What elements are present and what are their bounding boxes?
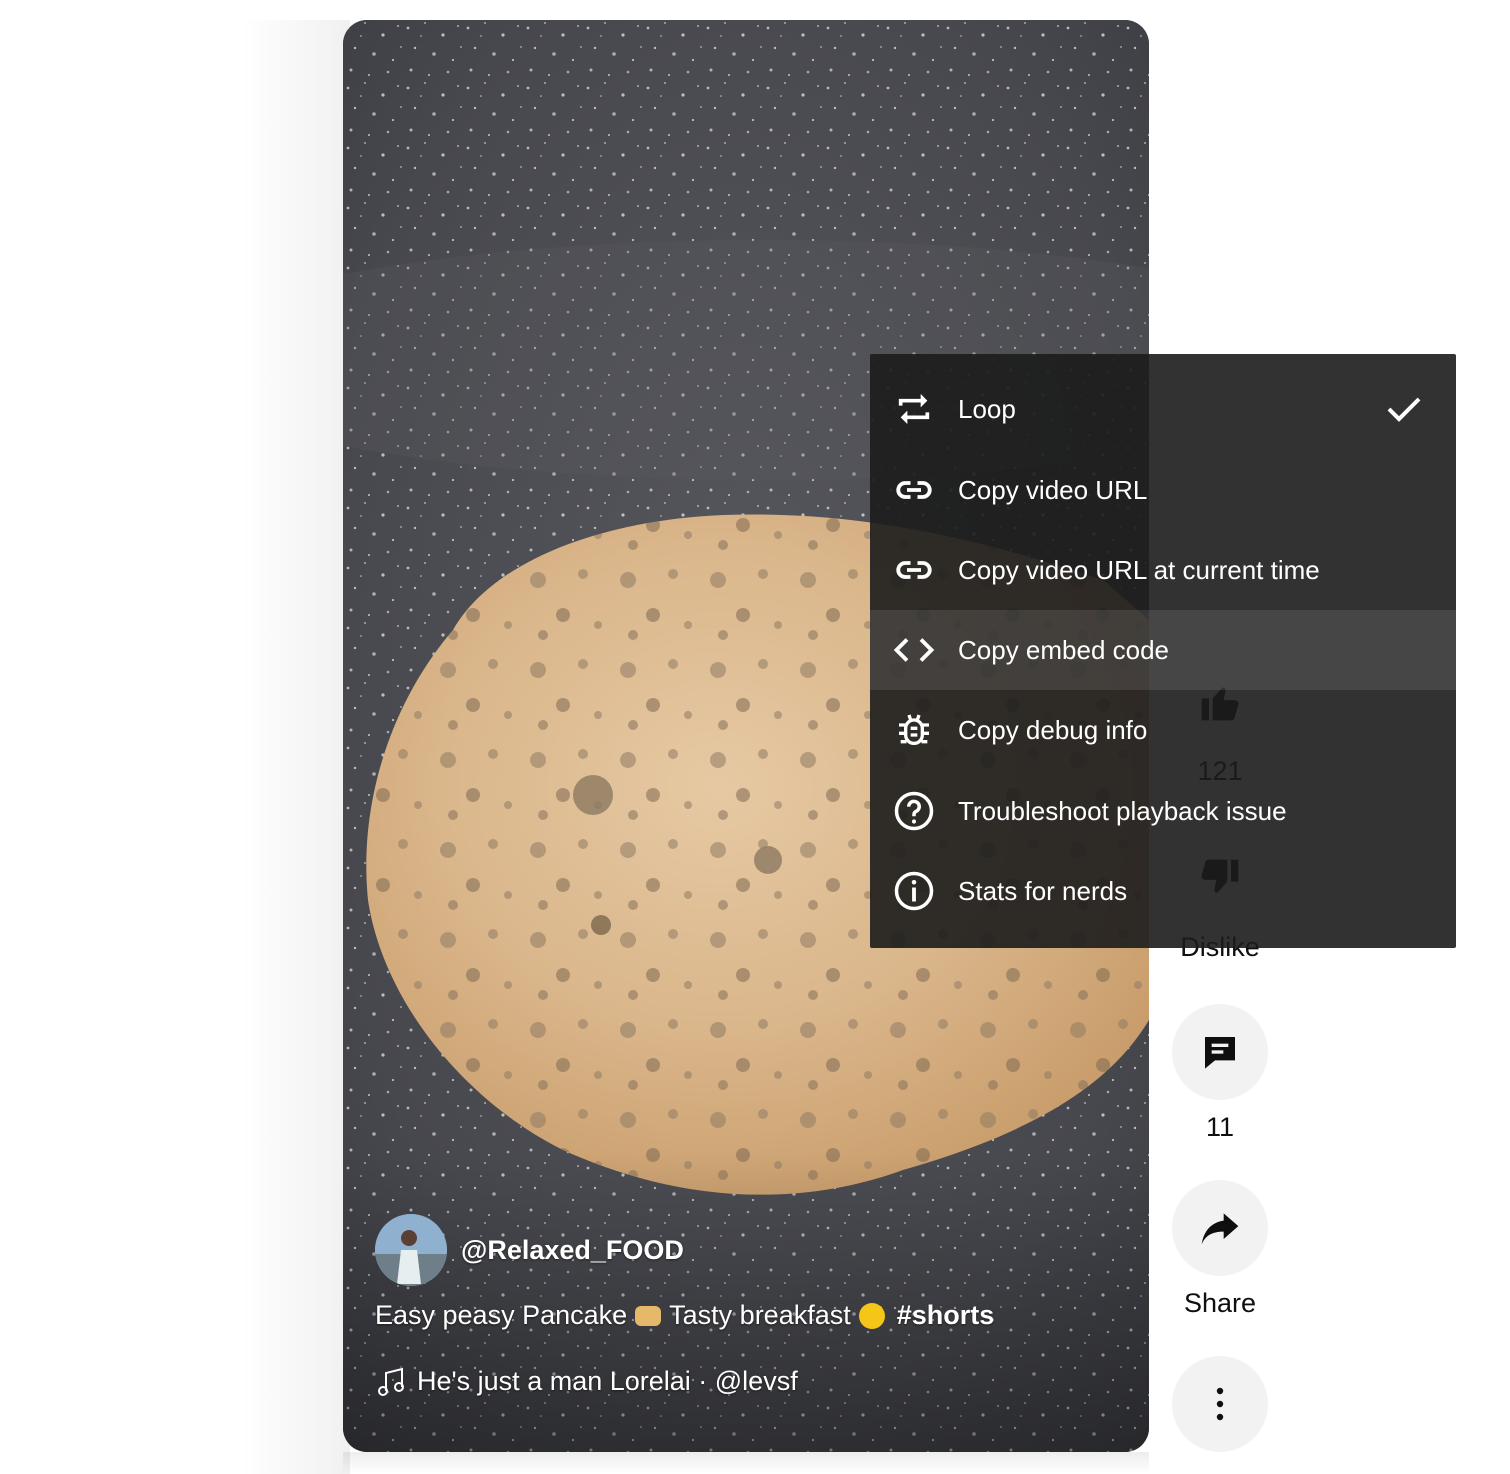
- menu-item-copy-video-url[interactable]: Copy video URL: [870, 450, 1456, 530]
- player-context-menu: Loop Copy video URL Copy video URL at cu…: [870, 354, 1456, 948]
- menu-item-stats-for-nerds[interactable]: Stats for nerds: [870, 851, 1456, 931]
- menu-item-copy-debug-info[interactable]: Copy debug info: [870, 690, 1456, 770]
- menu-item-label: Copy video URL at current time: [958, 554, 1320, 585]
- music-info[interactable]: He's just a man Lorelai · @levsf: [377, 1366, 798, 1397]
- pancake-emoji-icon: [635, 1305, 662, 1326]
- bug-icon: [892, 708, 936, 752]
- share-action[interactable]: Share: [1172, 1180, 1268, 1319]
- more-options-button[interactable]: [1172, 1356, 1268, 1452]
- more-action[interactable]: [1172, 1356, 1268, 1452]
- link-icon: [892, 468, 936, 512]
- title-text-2: Tasty breakfast: [669, 1300, 851, 1330]
- share-label: Share: [1183, 1288, 1257, 1318]
- hashtag-link[interactable]: #shorts: [897, 1300, 995, 1331]
- video-title: Easy peasy Pancake Tasty breakfast #shor…: [375, 1300, 994, 1331]
- menu-item-copy-embed-code[interactable]: Copy embed code: [870, 610, 1456, 690]
- menu-item-copy-url-at-time[interactable]: Copy video URL at current time: [870, 530, 1456, 610]
- help-circle-icon: [892, 789, 936, 833]
- menu-item-loop[interactable]: Loop: [870, 369, 1456, 449]
- info-circle-icon: [892, 869, 936, 913]
- share-button[interactable]: [1172, 1180, 1268, 1276]
- menu-item-label: Stats for nerds: [958, 875, 1128, 906]
- menu-item-troubleshoot[interactable]: Troubleshoot playback issue: [870, 771, 1456, 851]
- comments-button[interactable]: [1172, 1004, 1268, 1100]
- yum-emoji-icon: [858, 1302, 885, 1329]
- channel-info: @Relaxed_FOOD: [375, 1214, 684, 1286]
- menu-item-label: Troubleshoot playback issue: [958, 795, 1287, 826]
- menu-item-label: Copy debug info: [958, 714, 1148, 745]
- page-shadow-bottom: [343, 1452, 1149, 1474]
- channel-avatar[interactable]: [375, 1214, 447, 1286]
- channel-handle[interactable]: @Relaxed_FOOD: [461, 1235, 684, 1266]
- loop-icon: [892, 387, 936, 431]
- page-shadow: [240, 20, 350, 1474]
- share-arrow-icon: [1201, 1213, 1239, 1245]
- comment-count: 11: [1205, 1112, 1235, 1142]
- checkmark-icon: [1387, 397, 1421, 422]
- menu-item-label: Copy embed code: [958, 634, 1170, 665]
- comments-action[interactable]: 11: [1172, 1004, 1268, 1143]
- music-text: He's just a man Lorelai · @levsf: [417, 1366, 798, 1396]
- more-vertical-icon: [1216, 1387, 1224, 1421]
- comment-icon: [1205, 1037, 1235, 1069]
- menu-item-label: Loop: [958, 393, 1016, 424]
- title-text-1: Easy peasy Pancake: [375, 1300, 628, 1330]
- music-note-icon: [378, 1367, 404, 1396]
- menu-item-label: Copy video URL: [958, 474, 1148, 505]
- link-icon: [892, 548, 936, 592]
- code-icon: [892, 628, 936, 672]
